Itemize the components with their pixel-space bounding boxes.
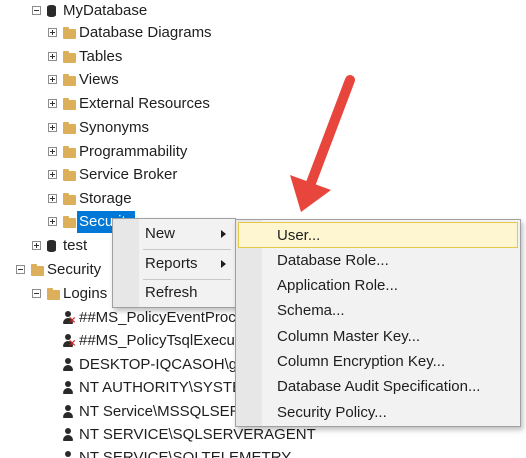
folder-icon (63, 98, 76, 110)
folder-icon (63, 146, 76, 158)
new-submenu: User... Database Role... Application Rol… (235, 219, 521, 427)
menu-item-label: Column Master Key... (277, 328, 421, 345)
tree-node-label: Database Diagrams (79, 24, 212, 41)
user-icon (62, 381, 74, 395)
tree-node-login[interactable]: NT Service\MSSQLSERV (62, 401, 262, 423)
expand-icon[interactable] (32, 241, 41, 250)
collapse-icon[interactable] (32, 6, 41, 15)
menu-item-application-role[interactable]: Application Role... (238, 273, 518, 299)
tree-node-tables[interactable]: Tables (46, 46, 346, 68)
tree-node-label: Programmability (79, 143, 188, 160)
tree-node-label: Security (47, 261, 102, 278)
folder-icon (63, 27, 76, 39)
menu-item-database-audit-specification[interactable]: Database Audit Specification... (238, 374, 518, 400)
tree-node-label: External Resources (79, 95, 210, 112)
submenu-arrow-icon (221, 260, 226, 268)
object-explorer: MyDatabase Database Diagrams Tables View… (0, 0, 526, 458)
expand-icon[interactable] (48, 99, 57, 108)
menu-item-label: Reports (145, 255, 198, 272)
tree-node-label: Tables (79, 48, 123, 65)
expand-icon[interactable] (48, 123, 57, 132)
menu-item-label: User... (277, 227, 321, 244)
menu-item-label: Column Encryption Key... (277, 353, 446, 370)
tree-node-label: Synonyms (79, 119, 150, 136)
tree-node-login[interactable]: × ##MS_PolicyTsqlExecut (62, 330, 262, 352)
tree-node-synonyms[interactable]: Synonyms (46, 117, 346, 139)
context-menu: New Reports Refresh (112, 218, 236, 308)
folder-icon (63, 216, 76, 228)
menu-item-label: Database Audit Specification... (277, 378, 481, 395)
tree-node-label: ##MS_PolicyEventProce (79, 309, 245, 326)
collapse-icon[interactable] (32, 289, 41, 298)
tree-node-label: MyDatabase (63, 2, 148, 19)
folder-icon (63, 51, 76, 63)
tree-node-label: NT Service\MSSQLSERV (79, 403, 251, 420)
menu-item-database-role[interactable]: Database Role... (238, 248, 518, 274)
menu-item-label: Application Role... (277, 277, 398, 294)
tree-node-programmability[interactable]: Programmability (46, 141, 346, 163)
menu-item-security-policy[interactable]: Security Policy... (238, 400, 518, 426)
menu-item-refresh[interactable]: Refresh (115, 280, 233, 306)
tree-node-label: Service Broker (79, 166, 178, 183)
disabled-user-icon: × (62, 311, 76, 326)
menu-item-user[interactable]: User... (238, 222, 518, 248)
tree-node-login[interactable]: × ##MS_PolicyEventProce (62, 307, 262, 329)
expand-icon[interactable] (48, 75, 57, 84)
tree-node-login[interactable]: NT AUTHORITY\SYSTEM (62, 377, 262, 399)
tree-node-login[interactable]: DESKTOP-IQCASOH\gr (62, 354, 262, 376)
expand-icon[interactable] (48, 28, 57, 37)
folder-icon (47, 288, 60, 300)
menu-item-label: New (145, 225, 176, 242)
tree-node-storage[interactable]: Storage (46, 188, 346, 210)
menu-item-label: Schema... (277, 302, 345, 319)
menu-separator (143, 249, 231, 250)
tree-node-service-broker[interactable]: Service Broker (46, 164, 346, 186)
menu-item-column-master-key[interactable]: Column Master Key... (238, 324, 518, 350)
collapse-icon[interactable] (16, 265, 25, 274)
user-icon (62, 358, 74, 372)
menu-item-column-encryption-key[interactable]: Column Encryption Key... (238, 349, 518, 375)
submenu-arrow-icon (221, 230, 226, 238)
expand-icon[interactable] (48, 147, 57, 156)
tree-node-login[interactable]: NT SERVICE\SQLTELEMETRY (62, 447, 322, 458)
tree-node-label: ##MS_PolicyTsqlExecut (79, 332, 240, 349)
menu-item-label: Security Policy... (277, 404, 387, 421)
expand-icon[interactable] (48, 217, 57, 226)
tree-node-label: test (63, 237, 88, 254)
expand-icon[interactable] (48, 194, 57, 203)
database-icon (47, 5, 56, 17)
user-icon (62, 451, 74, 458)
tree-node-database-diagrams[interactable]: Database Diagrams (46, 22, 346, 44)
tree-node-mydatabase[interactable]: MyDatabase (30, 0, 330, 22)
disabled-user-icon: × (62, 334, 76, 349)
menu-item-schema[interactable]: Schema... (238, 298, 518, 324)
tree-node-label: Logins (63, 285, 108, 302)
folder-icon (63, 193, 76, 205)
tree-node-external-resources[interactable]: External Resources (46, 93, 346, 115)
folder-icon (63, 74, 76, 86)
menu-item-label: Database Role... (277, 252, 389, 269)
menu-item-reports[interactable]: Reports (115, 251, 233, 277)
user-icon (62, 428, 74, 442)
tree-node-label: NT AUTHORITY\SYSTEM (79, 379, 255, 396)
tree-node-views[interactable]: Views (46, 69, 346, 91)
expand-icon[interactable] (48, 52, 57, 61)
folder-icon (31, 264, 44, 276)
tree-node-label: NT SERVICE\SQLTELEMETRY (79, 449, 292, 458)
tree-node-label: DESKTOP-IQCASOH\gr (79, 356, 243, 373)
user-icon (62, 405, 74, 419)
database-icon (47, 240, 56, 252)
expand-icon[interactable] (48, 170, 57, 179)
menu-item-label: Refresh (145, 284, 198, 301)
tree-node-label: NT SERVICE\SQLSERVERAGENT (79, 426, 316, 443)
menu-item-new[interactable]: New (115, 221, 233, 247)
folder-icon (63, 122, 76, 134)
tree-node-label: Views (79, 71, 119, 88)
folder-icon (63, 169, 76, 181)
tree-node-login[interactable]: NT SERVICE\SQLSERVERAGENT (62, 424, 322, 446)
tree-node-label: Storage (79, 190, 132, 207)
